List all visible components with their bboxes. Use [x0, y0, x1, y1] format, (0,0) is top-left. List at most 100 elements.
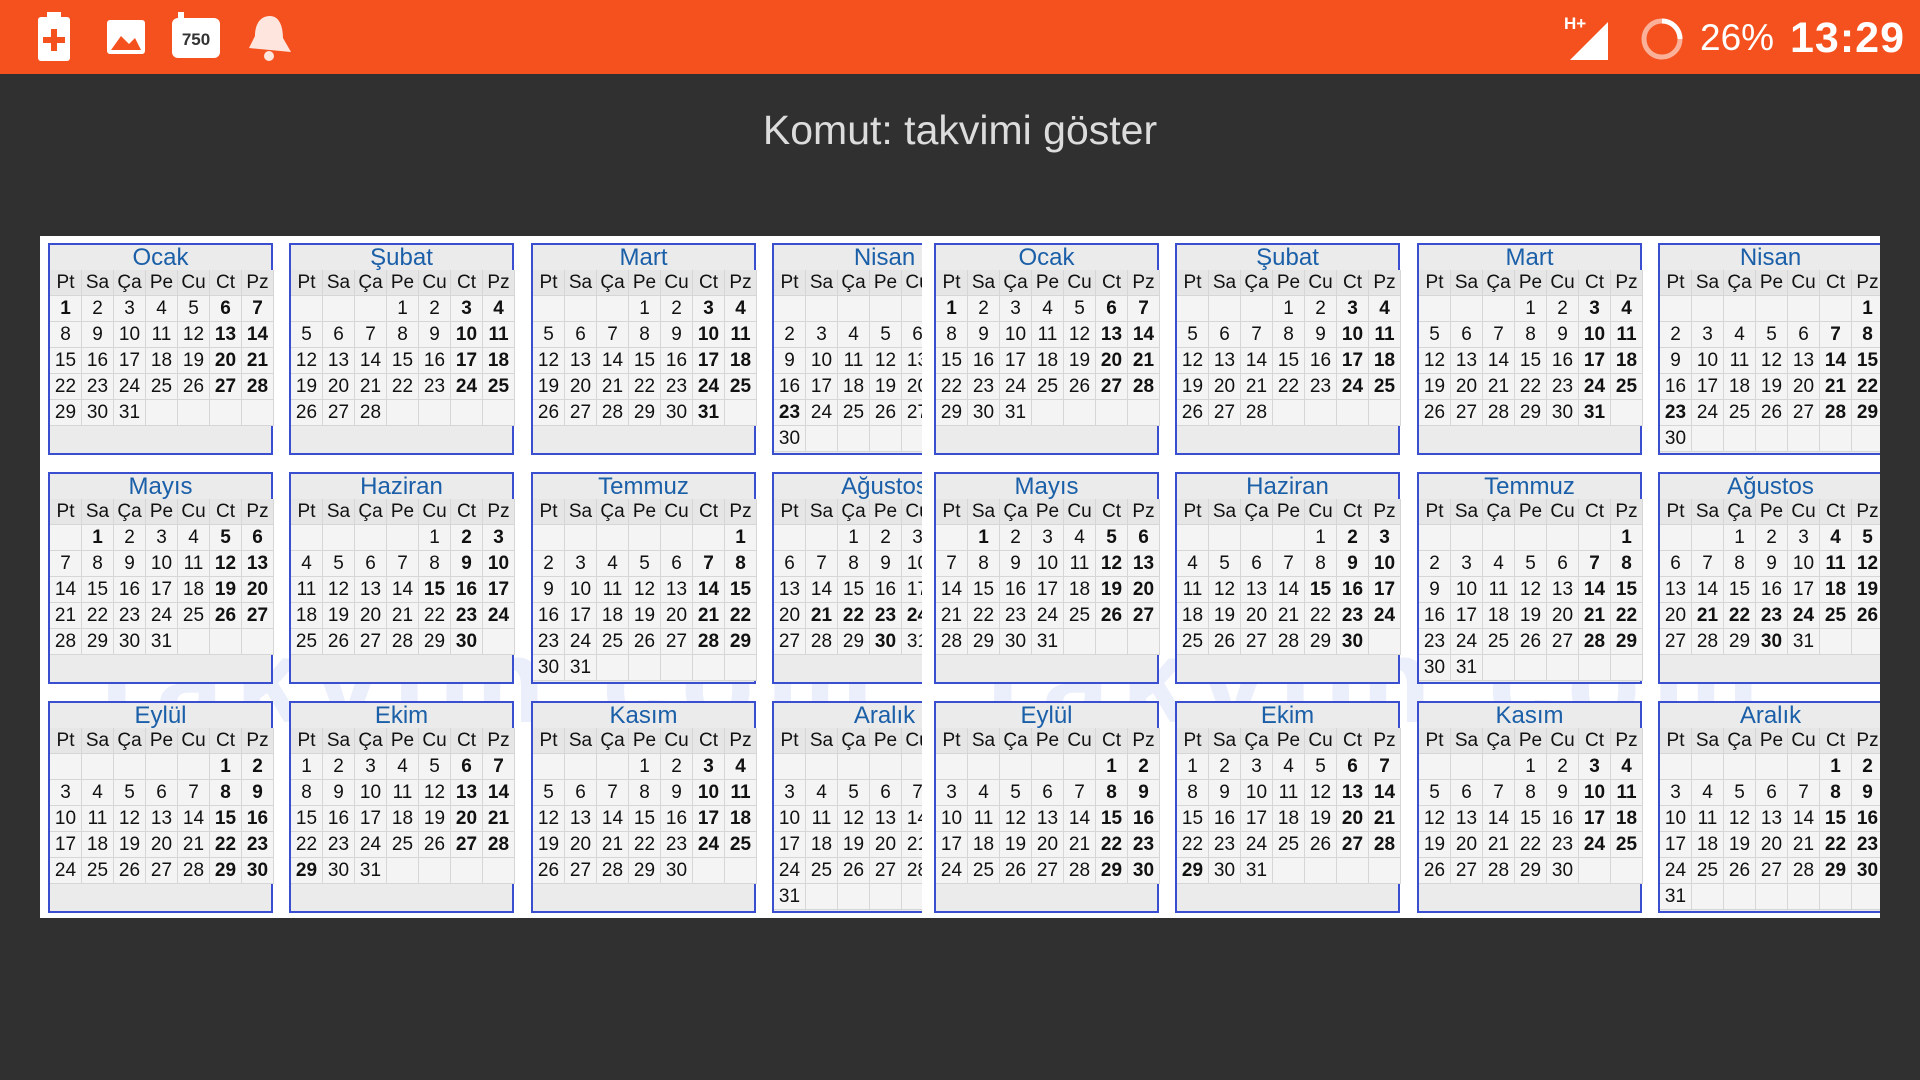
day-cell: 12: [870, 348, 902, 374]
month-name: Nisan: [1739, 244, 1802, 271]
weekday-header: Ct: [1337, 270, 1369, 296]
day-cell: 19: [1096, 577, 1128, 603]
weekday-header: Pt: [533, 728, 565, 754]
weekday-header: Pe: [629, 499, 661, 525]
day-cell: 6: [1547, 551, 1579, 577]
day-cell: 9: [870, 551, 902, 577]
day-cell: [838, 296, 870, 322]
day-cell: 15: [838, 577, 870, 603]
day-cell: 10: [565, 577, 597, 603]
day-cell: 11: [725, 322, 757, 348]
day-cell: 5: [1852, 525, 1880, 551]
day-cell: 29: [629, 400, 661, 426]
day-cell: 17: [1692, 374, 1724, 400]
day-cell: 27: [565, 858, 597, 884]
weekday-header: Ça: [1724, 728, 1756, 754]
day-cell: 15: [1273, 348, 1305, 374]
month-grid: Pt Sa Ça Pe Cu Ct Pz 1 2 3 4 5 6 7 8 9 10 11 12 13 14 15 16 17 1…: [1419, 270, 1643, 426]
weekday-header: Ct: [1579, 728, 1611, 754]
day-cell: 29: [1852, 400, 1880, 426]
day-cell: 13: [870, 806, 902, 832]
day-cell: 10: [1032, 551, 1064, 577]
month-name: Ekim: [1260, 702, 1315, 729]
day-cell: 23: [419, 374, 451, 400]
day-cell: 16: [1852, 806, 1880, 832]
day-cell: 8: [82, 551, 114, 577]
weekday-header: Ça: [1724, 270, 1756, 296]
day-cell: 18: [725, 806, 757, 832]
day-cell: 12: [838, 806, 870, 832]
day-cell: 27: [242, 603, 274, 629]
day-cell: 4: [1724, 322, 1756, 348]
day-cell: [1419, 754, 1451, 780]
day-cell: [838, 884, 870, 910]
day-cell: 23: [323, 832, 355, 858]
day-cell: 16: [451, 577, 483, 603]
day-cell: 14: [1788, 806, 1820, 832]
day-cell: 9: [242, 780, 274, 806]
day-cell: 31: [146, 629, 178, 655]
day-cell: 31: [565, 655, 597, 681]
day-cell: 31: [902, 629, 922, 655]
day-cell: [1724, 884, 1756, 910]
weekday-header: Ça: [1000, 499, 1032, 525]
weekday-header: Cu: [178, 270, 210, 296]
day-cell: 10: [693, 322, 725, 348]
day-cell: [661, 655, 693, 681]
day-cell: 19: [533, 374, 565, 400]
day-cell: 2: [661, 296, 693, 322]
day-cell: 19: [178, 348, 210, 374]
day-cell: 14: [902, 806, 922, 832]
day-cell: 25: [1273, 832, 1305, 858]
month-name: Ocak: [132, 244, 189, 271]
weekday-header: Ça: [838, 728, 870, 754]
day-cell: 8: [1515, 322, 1547, 348]
day-cell: 4: [1820, 525, 1852, 551]
day-cell: 18: [1611, 806, 1643, 832]
weekday-header: Pt: [50, 728, 82, 754]
day-cell: 28: [1273, 629, 1305, 655]
day-cell: 9: [82, 322, 114, 348]
day-cell: 31: [1788, 629, 1820, 655]
day-cell: 28: [902, 858, 922, 884]
weekday-header: Cu: [178, 728, 210, 754]
month-block: Mayıs Pt Sa Ça Pe Cu Ct Pz 1 2 3 4 5 6 7 8 9 10 11 12 13 14 15…: [934, 472, 1160, 684]
day-cell: 13: [210, 322, 242, 348]
day-cell: 1: [1515, 754, 1547, 780]
day-cell: 23: [82, 374, 114, 400]
weekday-header: Pz: [1611, 499, 1643, 525]
day-cell: 27: [870, 858, 902, 884]
day-cell: 6: [1451, 322, 1483, 348]
day-cell: 7: [1483, 322, 1515, 348]
month-block: Ekim Pt Sa Ça Pe Cu Ct Pz 1 2 3 4 5 6 7 8 9 10 11 12 13 14 15 1…: [1175, 701, 1401, 913]
month-block: Ekim Pt Sa Ça Pe Cu Ct Pz 1 2 3 4 5 6 7 8 9 10 11 12 13 14 15 1…: [289, 701, 515, 913]
weekday-header: Ct: [1579, 270, 1611, 296]
weekday-header: Pt: [774, 270, 806, 296]
day-cell: 22: [1611, 603, 1643, 629]
day-cell: 31: [1000, 400, 1032, 426]
weekday-header: Pz: [1369, 270, 1401, 296]
day-cell: 20: [1660, 603, 1692, 629]
day-cell: 8: [1273, 322, 1305, 348]
day-cell: [1483, 296, 1515, 322]
day-cell: 21: [1241, 374, 1273, 400]
day-cell: [1451, 754, 1483, 780]
day-cell: 17: [1788, 577, 1820, 603]
day-cell: 30: [451, 629, 483, 655]
day-cell: 5: [629, 551, 661, 577]
weekday-header: Cu: [1547, 728, 1579, 754]
weekday-header: Pe: [1515, 499, 1547, 525]
calendar-image: Takvim.comOcakPtSaÇaPeCuCtPz123456789101…: [40, 236, 1880, 918]
day-cell: 27: [565, 400, 597, 426]
day-cell: 9: [1000, 551, 1032, 577]
day-cell: 11: [1032, 322, 1064, 348]
day-cell: 14: [242, 322, 274, 348]
day-cell: 28: [355, 400, 387, 426]
month-block: NisanPtSaÇaPeCuCtPz234569101112131617181…: [772, 243, 922, 455]
day-cell: 24: [483, 603, 515, 629]
weekday-header: Sa: [806, 270, 838, 296]
day-cell: 25: [82, 858, 114, 884]
day-cell: 5: [178, 296, 210, 322]
day-cell: 20: [1547, 603, 1579, 629]
day-cell: 17: [936, 832, 968, 858]
